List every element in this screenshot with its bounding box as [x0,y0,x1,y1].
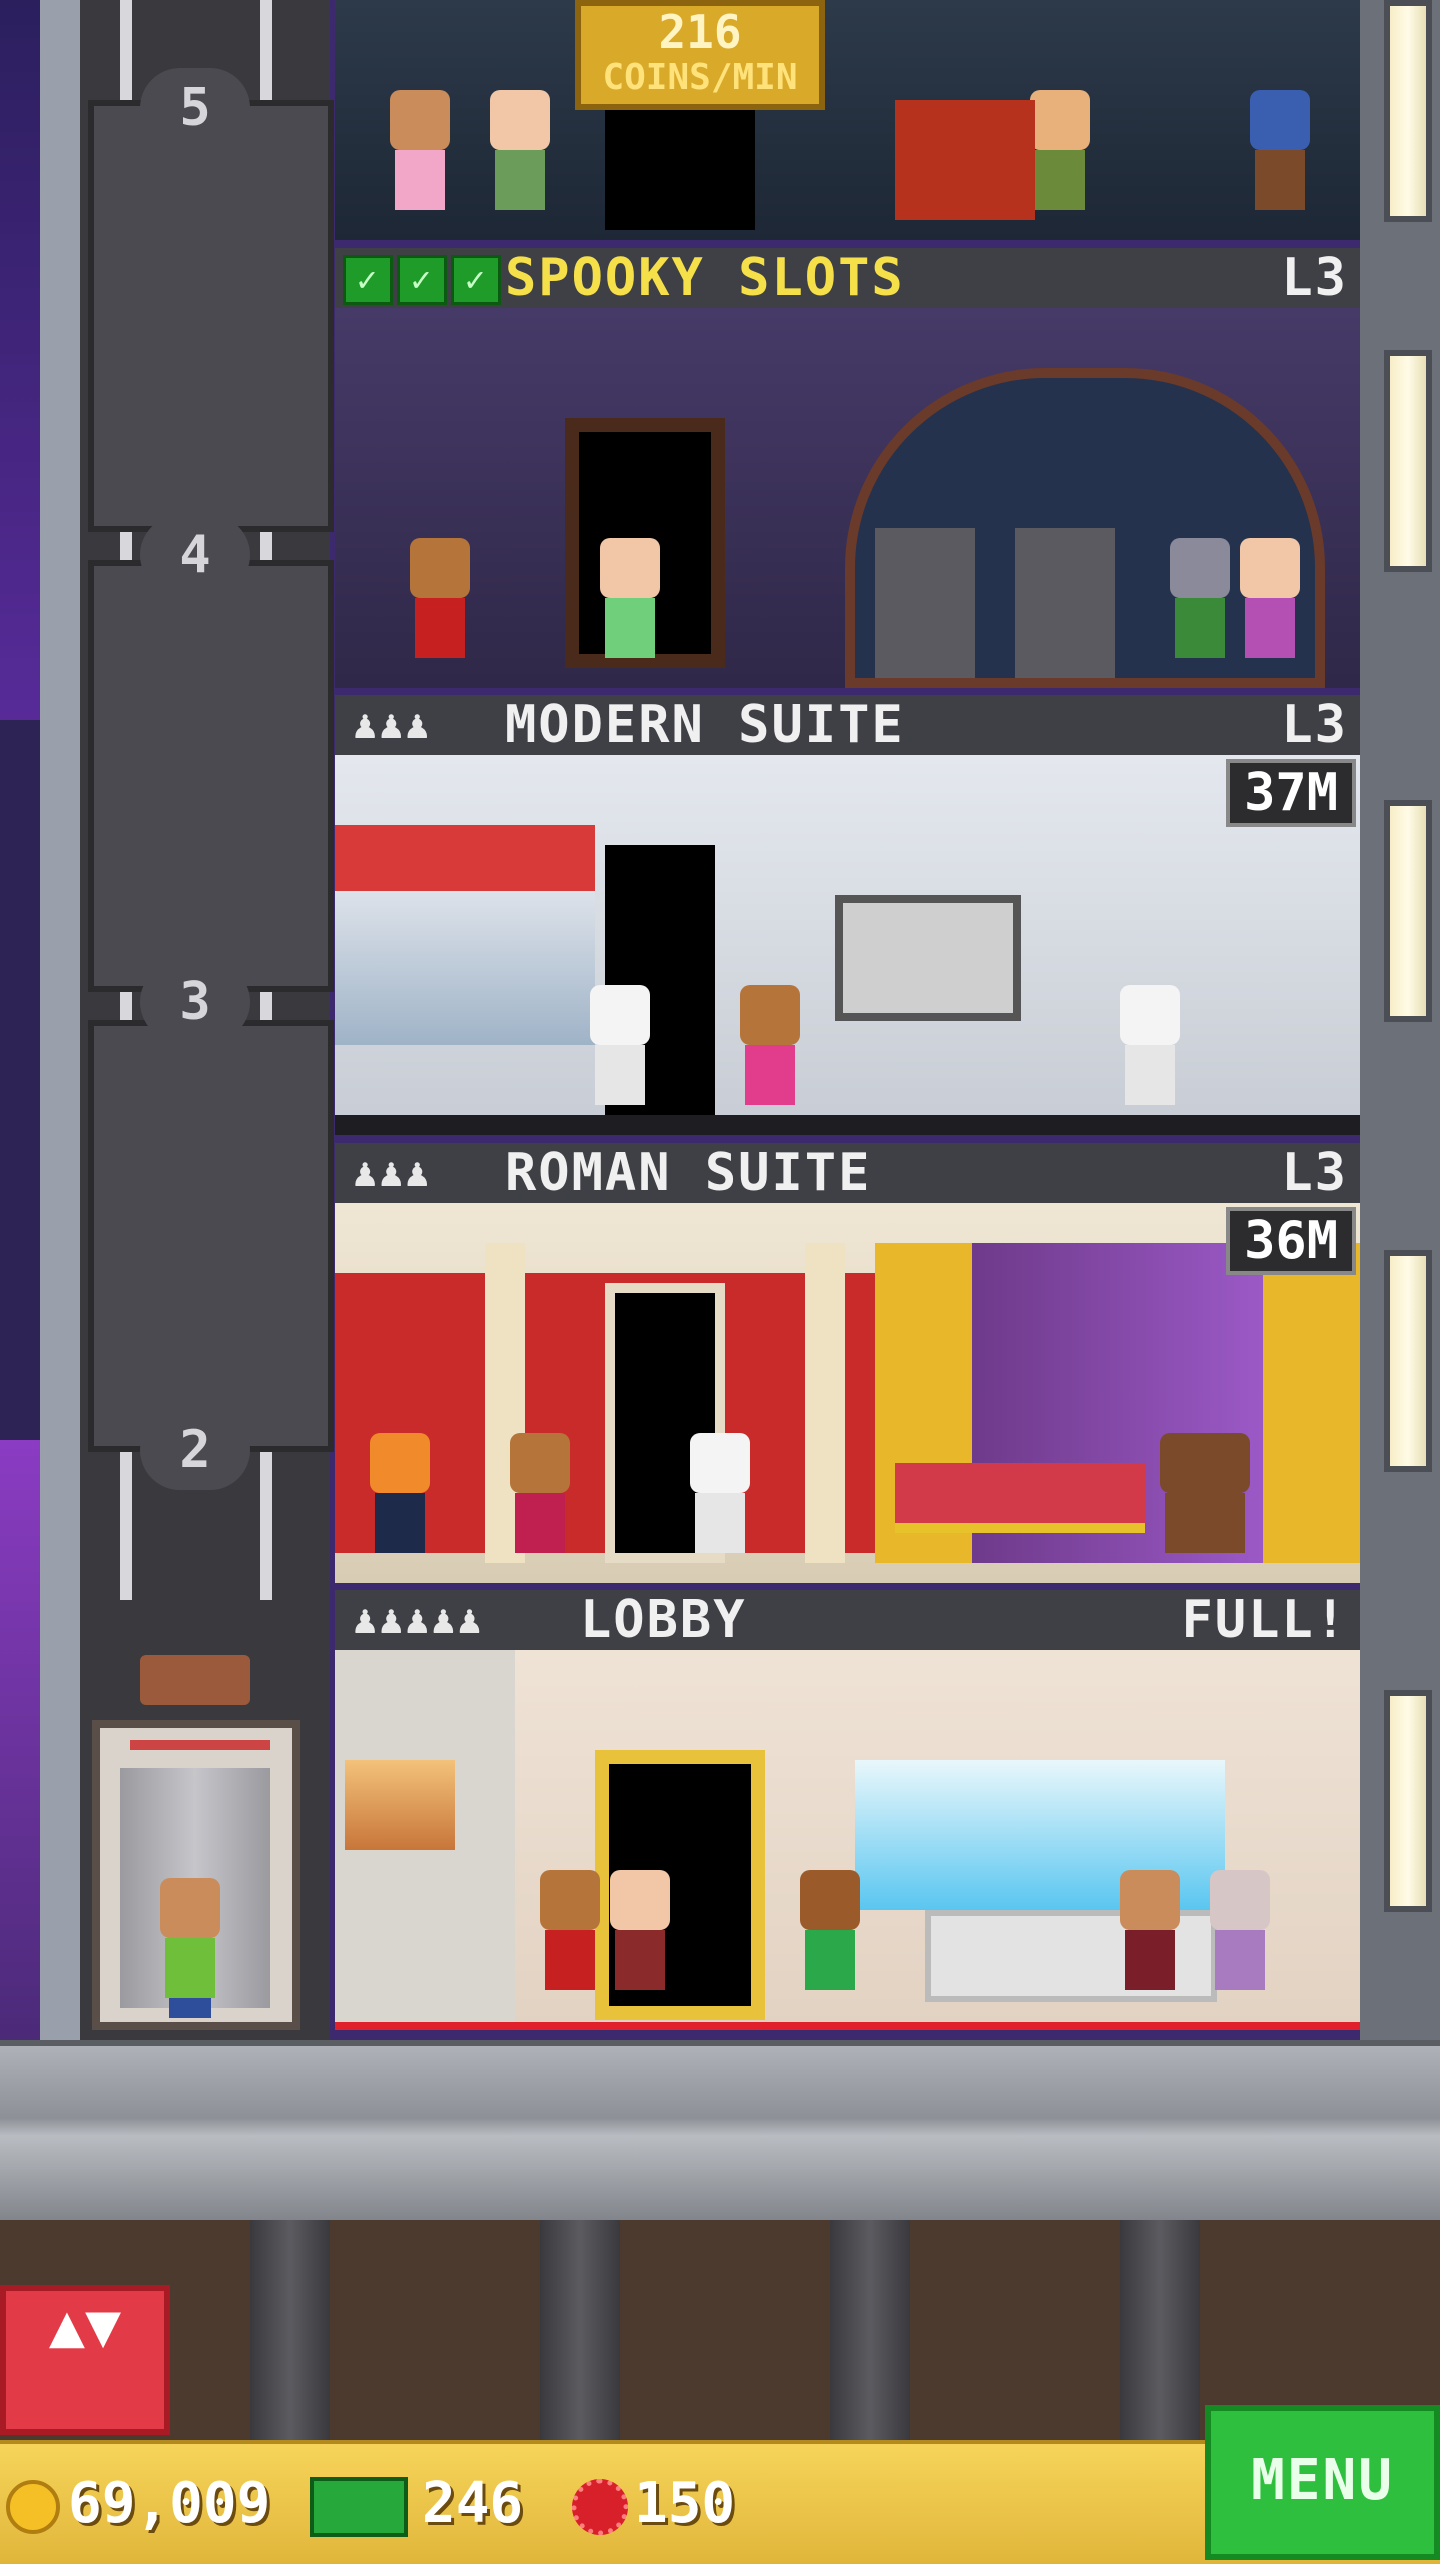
chips-value: 150 [634,2471,736,2536]
floor-label: ✓ ✓ ✓ SPOOKY SLOTS L3 [335,248,1360,308]
treasure-pile [895,100,1035,220]
ground-level [0,2040,1440,2226]
rent-badge[interactable]: 37M [1226,759,1356,827]
shaft-segment [88,560,334,992]
coin-icon [6,2479,60,2534]
elevator-light [130,1740,270,1750]
elevator-car[interactable] [92,1720,300,2030]
floor-name: LOBBY [580,1590,747,1650]
chaise-lounge [895,1463,1145,1533]
slot-machine[interactable] [875,528,975,678]
shaft-segment [88,1020,334,1452]
room-door [605,110,755,230]
sunset-painting [345,1760,455,1850]
resident[interactable] [385,90,455,230]
floor-level: L3 [1281,695,1348,755]
resident[interactable] [365,1433,435,1573]
coins-stat[interactable]: 69,009 [6,2444,270,2564]
floor-number-2: 2 [140,1410,250,1490]
floor-level: L3 [1281,248,1348,308]
floor-label: ♟♟♟ MODERN SUITE L3 [335,695,1360,755]
floor-name: SPOOKY SLOTS [505,248,905,308]
floor-strip [335,1115,1360,1135]
elevator-motor [140,1655,250,1705]
visitor[interactable] [605,1870,675,2010]
completion-checks: ✓ ✓ ✓ [343,248,505,308]
tower-window [1384,1250,1432,1472]
shaft-segment [88,100,334,532]
bux-value: 246 [422,2471,524,2536]
menu-button[interactable]: MENU [1205,2405,1440,2560]
floor-label: ♟♟♟♟♟ LOBBY FULL! [335,1590,1360,1650]
pillar [540,2220,620,2440]
tower-right-wall [1360,0,1440,2040]
elevator-passenger[interactable] [155,1878,225,2018]
resident[interactable] [595,538,665,678]
pillar [1120,2220,1200,2440]
tower-window [1384,350,1432,572]
lobby-room [335,1650,1360,2030]
stormtrooper[interactable] [685,1433,755,1573]
spooky-slots-room [335,308,1360,688]
floor-number-4: 4 [140,515,250,595]
check-icon: ✓ [343,255,393,305]
occupancy-icons: ♟♟♟♟♟ [353,1597,484,1643]
coins-per-min-sign: 216 COINS/MIN [575,0,825,110]
roman-suite-room: 36M [335,1203,1360,1583]
floor-name: MODERN SUITE [505,695,905,755]
stormtrooper[interactable] [1115,985,1185,1125]
tower-window [1384,0,1432,222]
chip-icon [572,2478,628,2535]
resident[interactable] [1025,90,1095,230]
tower-window [1384,800,1432,1022]
pillar [250,2220,330,2440]
floor-number-3: 3 [140,962,250,1042]
chips-stat[interactable]: 150 [572,2444,735,2564]
red-carpet [335,2022,1360,2030]
red-wall-panel [335,825,595,1045]
elevator-button[interactable]: ▲▼ [0,2285,170,2435]
floor-name: ROMAN SUITE [505,1143,872,1203]
coins-rate-unit: COINS/MIN [602,57,798,98]
resident[interactable] [485,90,555,230]
occupancy-icons: ♟♟♟ [353,1150,432,1196]
bellhop[interactable] [535,1870,605,2010]
floor-number-5: 5 [140,68,250,148]
modern-suite-room: 37M [335,755,1360,1135]
domo-monster[interactable] [1155,1433,1255,1573]
wall-art [835,895,1021,1021]
resident[interactable] [735,985,805,1125]
pillar [830,2220,910,2440]
bellhop[interactable] [405,538,475,678]
top-room: 216 COINS/MIN [335,0,1360,240]
visitor[interactable] [795,1870,865,2010]
coins-rate-value: 216 [658,5,742,59]
check-icon: ✓ [451,255,501,305]
resident-wizard[interactable] [1245,90,1315,230]
stormtrooper[interactable] [585,985,655,1125]
visitor[interactable] [1205,1870,1275,2010]
bux-stat[interactable]: 246 [310,2444,523,2564]
check-icon: ✓ [397,255,447,305]
rent-badge[interactable]: 36M [1226,1207,1356,1275]
floor-level: L3 [1281,1143,1348,1203]
occupancy-icons: ♟♟♟ [353,702,432,748]
city-skyline [0,720,40,1440]
column [805,1243,845,1563]
zombie[interactable] [1165,538,1235,678]
tower-window [1384,1690,1432,1912]
visitor[interactable] [1115,1870,1185,2010]
coins-value: 69,009 [68,2471,271,2536]
lobby-status: FULL! [1181,1590,1348,1650]
bux-icon [310,2476,408,2537]
resident[interactable] [1235,538,1305,678]
floor-label: ♟♟♟ ROMAN SUITE L3 [335,1143,1360,1203]
resident[interactable] [505,1433,575,1573]
slot-machine[interactable] [1015,528,1115,678]
